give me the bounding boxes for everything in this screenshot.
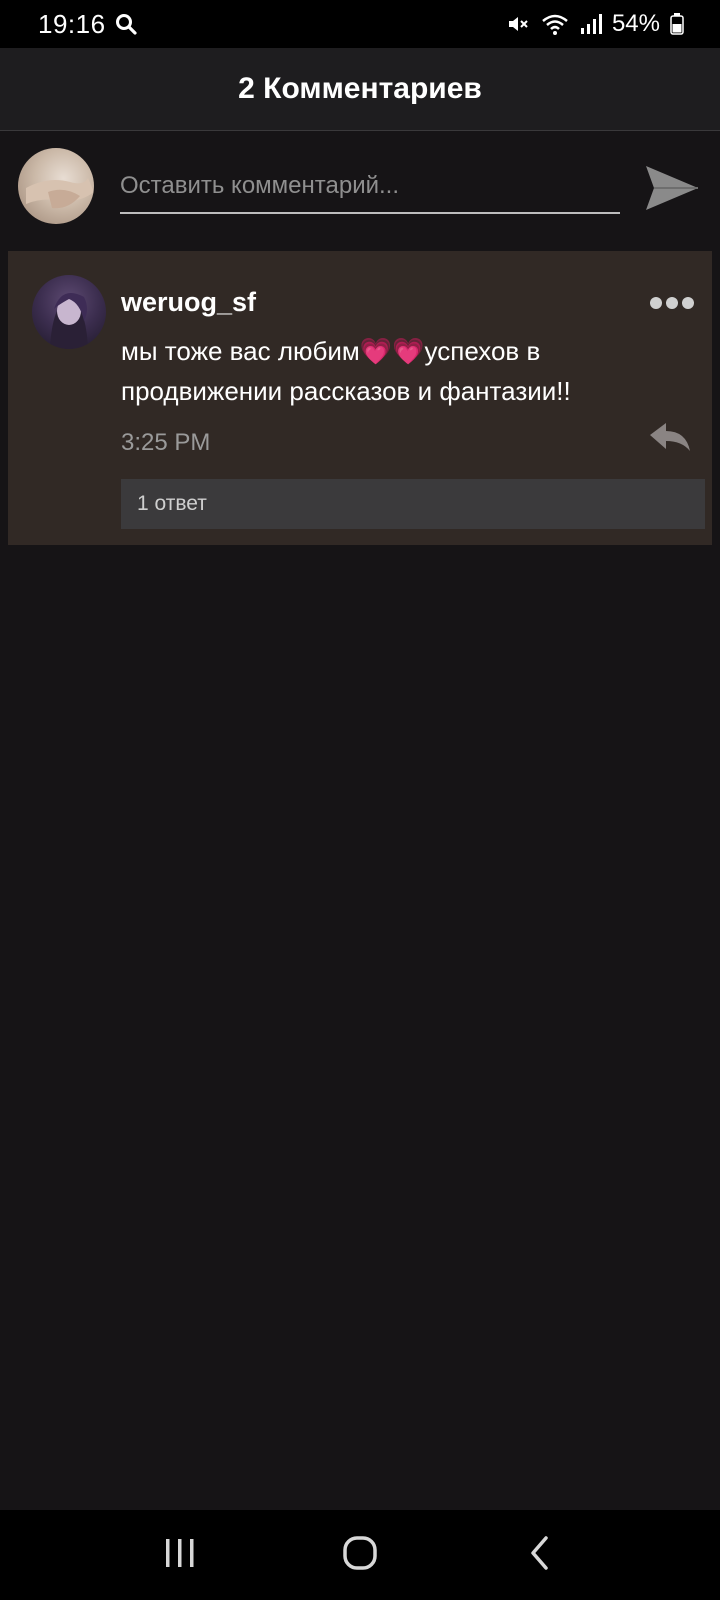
avatar[interactable] — [32, 275, 106, 349]
battery-percent: 54% — [611, 10, 660, 37]
reply-button[interactable] — [648, 421, 692, 455]
home-icon — [342, 1535, 378, 1576]
wifi-icon — [540, 12, 570, 36]
search-icon — [114, 12, 138, 36]
view-replies-button[interactable]: 1 ответ — [121, 479, 705, 529]
send-icon — [644, 166, 700, 220]
comment-text: мы тоже вас любим💗💗успехов в продвижении… — [121, 336, 571, 406]
status-time: 19:16 — [38, 8, 106, 39]
recent-apps-icon — [163, 1537, 197, 1574]
comment-input[interactable]: Оставить комментарий... — [120, 168, 620, 214]
back-icon — [528, 1535, 552, 1576]
comment-timestamp: 3:25 PM — [121, 429, 211, 456]
status-left: 19:16 — [38, 9, 138, 40]
header: 2 Комментариев — [0, 48, 720, 131]
comment-username[interactable]: weruog_sf — [121, 287, 256, 318]
battery-icon — [670, 12, 684, 36]
more-icon — [648, 297, 696, 317]
home-button[interactable] — [330, 1525, 390, 1585]
compose-comment-row: Оставить комментарий... — [0, 132, 720, 240]
status-bar: 19:16 54% — [0, 0, 720, 48]
recent-apps-button[interactable] — [150, 1525, 210, 1585]
mute-icon — [506, 12, 530, 36]
reply-icon — [648, 423, 692, 459]
avatar[interactable] — [18, 148, 94, 224]
comments-screen: 19:16 54% 2 Комментариев Оставить коммен… — [0, 0, 720, 1600]
status-right: 54% — [506, 10, 684, 38]
send-button[interactable] — [644, 160, 700, 216]
navigation-bar — [0, 1510, 720, 1600]
page-title: 2 Комментариев — [238, 72, 482, 105]
back-button[interactable] — [510, 1525, 570, 1585]
more-options-button[interactable] — [648, 293, 696, 313]
signal-icon — [580, 12, 602, 36]
comment-card: weruog_sf мы тоже вас любим💗💗успехов в п… — [8, 251, 712, 545]
